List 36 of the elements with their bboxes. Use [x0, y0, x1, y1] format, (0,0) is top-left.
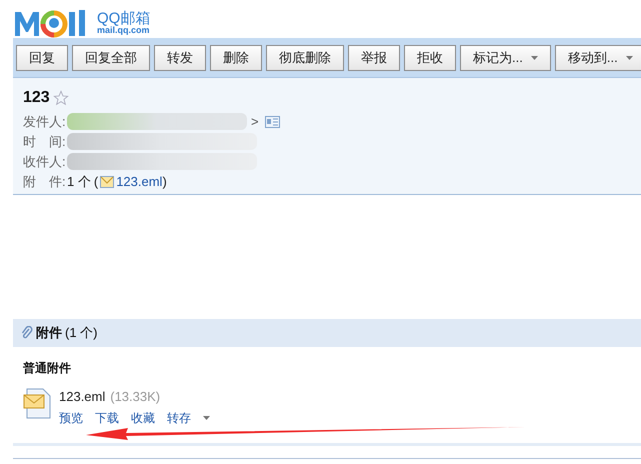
- field-label: 时 间:: [23, 132, 67, 151]
- attachment-action-link[interactable]: 下载: [95, 408, 119, 426]
- envelope-icon: [100, 176, 114, 188]
- file-size: (13.33K): [110, 388, 160, 406]
- email-subject: 123: [23, 88, 50, 108]
- attachments-title: 附件: [36, 324, 62, 342]
- attachment-action-link[interactable]: 收藏: [131, 408, 155, 426]
- toolbar-button[interactable]: 删除: [210, 44, 262, 70]
- star-icon[interactable]: [52, 90, 69, 106]
- attachments-count: (1 个): [65, 324, 98, 342]
- toolbar-button[interactable]: 移动到...: [554, 44, 641, 70]
- toolbar-button[interactable]: 转发: [154, 44, 206, 70]
- parenthesis: (: [94, 172, 98, 191]
- attachment-link[interactable]: 123.eml: [116, 172, 162, 192]
- brand-domain: mail.qq.com: [97, 26, 150, 35]
- field-label: 收件人:: [23, 152, 67, 171]
- field-label: 发件人:: [23, 112, 67, 131]
- caret-icon: [203, 416, 210, 420]
- toolbar-button[interactable]: 回复全部: [72, 44, 150, 70]
- address-bracket: >: [251, 112, 259, 131]
- attachment-count: 1 个: [67, 172, 91, 191]
- toolbar-button[interactable]: 回复: [16, 44, 68, 70]
- parenthesis: ): [162, 172, 167, 191]
- attachment-group-title: 普通附件: [23, 360, 72, 377]
- paperclip-icon: [21, 326, 33, 340]
- toolbar-button[interactable]: 彻底删除: [266, 44, 344, 70]
- brand-name: QQ邮箱: [97, 11, 150, 26]
- attachment-action-link[interactable]: 预览: [59, 408, 83, 426]
- field-label: 附 件:: [23, 172, 67, 191]
- attachment-action-link[interactable]: 转存: [167, 408, 191, 426]
- toolbar-button[interactable]: 拒收: [404, 44, 456, 70]
- file-name: 123.eml: [59, 388, 106, 406]
- toolbar-button[interactable]: 举报: [348, 44, 400, 70]
- contact-card-icon[interactable]: [264, 116, 280, 128]
- email-file-icon: [23, 387, 51, 419]
- toolbar-button[interactable]: 标记为...: [460, 44, 551, 70]
